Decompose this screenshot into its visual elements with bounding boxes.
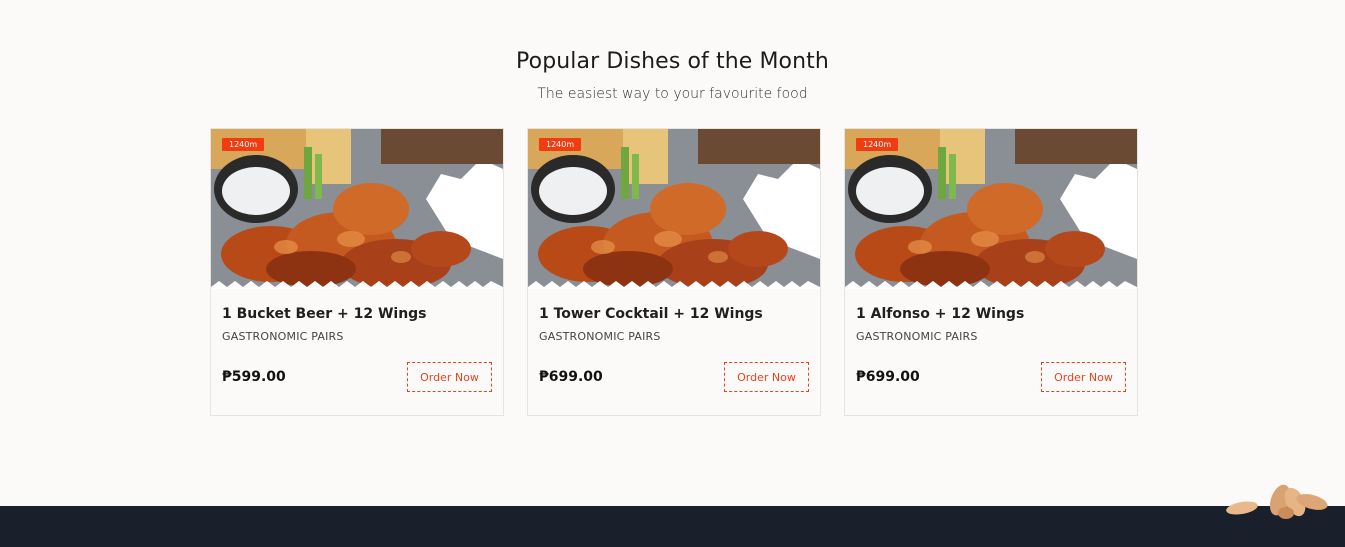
chicken-wings-photo [845,129,1137,289]
dish-card: 1240m 1 Alfonso + 12 Wings GASTRONOMIC P… [844,128,1138,416]
dish-card: 1240m 1 Tower Cocktail + 12 Wings GASTRO… [527,128,821,416]
dish-card: 1240m 1 Bucket Beer + 12 Wings GASTRONOM… [210,128,504,416]
dish-price: ₱699.00 [856,369,920,385]
dish-category: GASTRONOMIC PAIRS [222,330,344,343]
chicken-wings-photo [211,129,503,289]
order-now-button[interactable]: Order Now [407,362,492,392]
distance-badge: 1240m [222,138,265,151]
order-now-button[interactable]: Order Now [724,362,809,392]
section-title: Popular Dishes of the Month [516,49,829,74]
dish-image[interactable]: 1240m [845,129,1137,289]
distance-badge: 1240m [856,138,899,151]
almond-leaves-icon [1220,478,1340,530]
dish-name[interactable]: 1 Bucket Beer + 12 Wings [222,306,427,322]
distance-badge: 1240m [539,138,582,151]
dish-name[interactable]: 1 Tower Cocktail + 12 Wings [539,306,763,322]
dish-category: GASTRONOMIC PAIRS [539,330,661,343]
dish-price: ₱699.00 [539,369,603,385]
dish-name[interactable]: 1 Alfonso + 12 Wings [856,306,1024,322]
dish-price: ₱599.00 [222,369,286,385]
popular-dishes-section: Popular Dishes of the Month The easiest … [0,0,1345,506]
dish-image[interactable]: 1240m [528,129,820,289]
dish-category: GASTRONOMIC PAIRS [856,330,978,343]
order-now-button[interactable]: Order Now [1041,362,1126,392]
footer [0,506,1345,547]
chicken-wings-photo [528,129,820,289]
section-subtitle: The easiest way to your favourite food [537,86,808,102]
dish-image[interactable]: 1240m [211,129,503,289]
